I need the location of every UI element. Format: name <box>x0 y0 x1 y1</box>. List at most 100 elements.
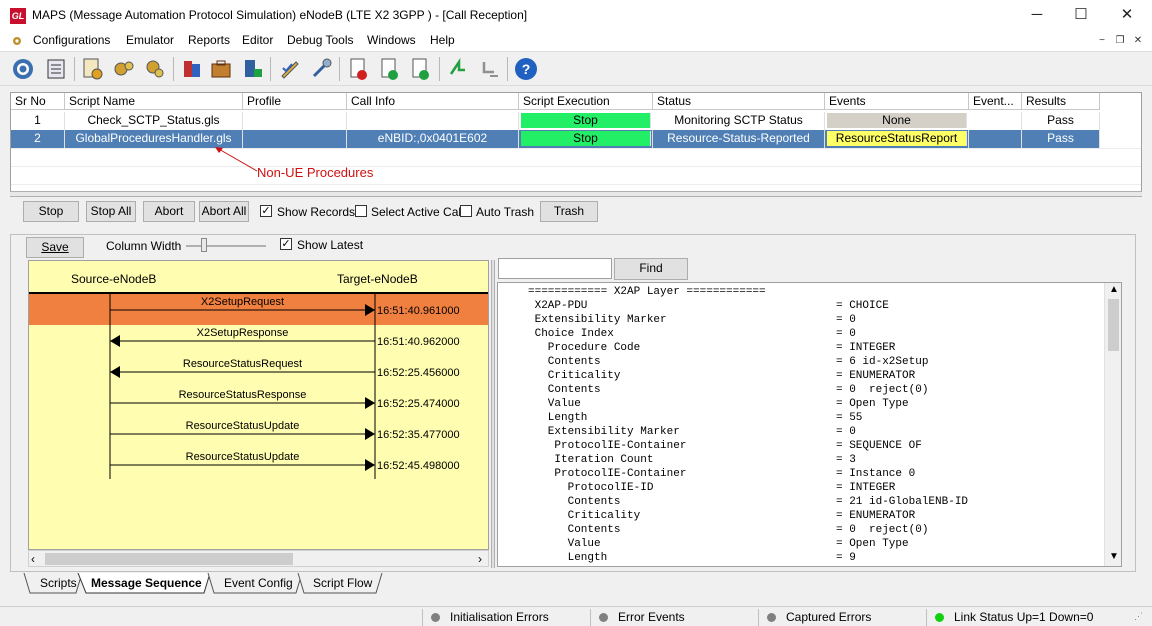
show-latest-label: Show Latest <box>297 238 364 252</box>
disconnect-icon[interactable] <box>476 56 502 82</box>
cell-exec-stop[interactable]: Stop <box>521 131 651 146</box>
show-records-checkbox[interactable]: ✓ <box>260 205 272 217</box>
status-captured-errors-label: Captured Errors <box>786 610 872 624</box>
briefcase-icon[interactable] <box>208 56 234 82</box>
save-button[interactable]: Save <box>26 237 84 258</box>
tab-event-config[interactable]: Event Config <box>224 573 293 594</box>
column-width-slider[interactable] <box>186 245 266 247</box>
tab-message-sequence[interactable]: Message Sequence <box>91 573 202 594</box>
doc-play-icon[interactable] <box>408 56 434 82</box>
decode-vscroll-thumb[interactable] <box>1108 299 1119 351</box>
auto-trash-checkbox[interactable] <box>460 205 472 217</box>
gear-config-icon[interactable] <box>10 56 36 82</box>
doc-capture-icon[interactable] <box>377 56 403 82</box>
decode-field-name: Criticality <box>528 510 641 522</box>
show-latest-checkbox[interactable]: ✓ <box>280 238 292 250</box>
col-header-profile[interactable]: Profile <box>243 93 347 110</box>
close-button[interactable]: ✕ <box>1104 0 1150 31</box>
decode-field-value: = 3 <box>836 454 856 466</box>
find-input[interactable] <box>498 258 612 279</box>
menu-windows[interactable]: Windows <box>367 33 416 47</box>
resize-grip-icon[interactable]: ⋰ <box>1134 611 1148 625</box>
menu-configurations[interactable]: Configurations <box>33 33 110 47</box>
message-label: X2SetupRequest <box>201 296 284 308</box>
decode-field-value: = 55 <box>836 412 863 424</box>
col-header-events[interactable]: Events <box>825 93 969 110</box>
select-active-call-checkbox[interactable] <box>355 205 367 217</box>
decode-field-name: Procedure Code <box>528 342 641 354</box>
cell-exec-stop[interactable]: Stop <box>521 113 651 128</box>
mdi-child-icon <box>13 37 21 45</box>
stop-button[interactable]: Stop <box>23 201 79 222</box>
notebook-icon[interactable] <box>43 56 69 82</box>
help-icon[interactable]: ? <box>513 56 539 82</box>
auto-trash-label: Auto Trash <box>476 205 535 219</box>
column-width-slider-thumb[interactable] <box>201 238 207 252</box>
message-label: ResourceStatusRequest <box>183 358 302 370</box>
gears-icon[interactable] <box>111 56 137 82</box>
select-active-call-label: Select Active Call <box>371 205 464 219</box>
status-captured-errors[interactable]: Captured Errors <box>758 609 924 626</box>
tab-scripts[interactable]: Scripts <box>40 573 77 594</box>
mdi-restore-button[interactable]: ❐ <box>1113 34 1127 48</box>
col-header-sr-no[interactable]: Sr No <box>11 93 65 110</box>
menu-reports[interactable]: Reports <box>188 33 230 47</box>
message-row[interactable]: ResourceStatusUpdate 16:52:45.498000 <box>110 451 460 472</box>
edit-check-icon[interactable] <box>277 56 303 82</box>
col-header-results[interactable]: Results <box>1022 93 1100 110</box>
cell-sr-no: 2 <box>11 130 65 148</box>
menu-debug-tools[interactable]: Debug Tools <box>287 33 354 47</box>
message-label: ResourceStatusResponse <box>179 389 307 401</box>
col-header-script-name[interactable]: Script Name <box>65 93 243 110</box>
decode-field-name: Contents <box>528 496 621 508</box>
menu-emulator[interactable]: Emulator <box>126 33 174 47</box>
mdi-close-button[interactable]: ✕ <box>1131 34 1145 48</box>
decode-field-name: ProtocolIE-Container <box>528 440 687 452</box>
col-header-status[interactable]: Status <box>653 93 825 110</box>
cell-results: Pass <box>1022 130 1100 148</box>
ladder-diagram: Source-eNodeB Target-eNodeB X2SetupReque… <box>28 260 489 550</box>
mdi-minimize-button[interactable]: − <box>1095 34 1109 48</box>
message-row[interactable]: ResourceStatusResponse 16:52:25.474000 <box>110 389 460 410</box>
grid-splitter[interactable] <box>10 191 1142 197</box>
script-edit-icon[interactable] <box>80 56 106 82</box>
col-header-script-execution[interactable]: Script Execution <box>519 93 653 110</box>
window-title: MAPS (Message Automation Protocol Simula… <box>32 8 528 22</box>
message-row[interactable]: ResourceStatusUpdate 16:52:35.477000 <box>110 420 460 441</box>
status-init-errors[interactable]: Initialisation Errors <box>422 609 587 626</box>
menu-editor[interactable]: Editor <box>242 33 273 47</box>
col-header-event-extra[interactable]: Event... <box>969 93 1022 110</box>
ladder-hscrollbar[interactable]: ‹ › <box>28 550 489 567</box>
abort-button[interactable]: Abort <box>143 201 195 222</box>
minimize-button[interactable]: ─ <box>1014 0 1060 31</box>
panel-splitter[interactable] <box>491 260 495 568</box>
toolbar: ? <box>0 51 1152 86</box>
decode-field-value: = 0 <box>836 328 856 340</box>
abort-all-button[interactable]: Abort All <box>199 201 249 222</box>
message-row[interactable]: ResourceStatusRequest 16:52:25.456000 <box>110 358 460 379</box>
decode-field-value: = 0 <box>836 314 856 326</box>
doc-stop-icon[interactable] <box>346 56 372 82</box>
app-logo-icon: GL <box>10 8 26 24</box>
ladder-hscroll-thumb[interactable] <box>45 553 293 565</box>
status-error-events[interactable]: Error Events <box>590 609 756 626</box>
menu-help[interactable]: Help <box>430 33 455 47</box>
profile-blocks-icon[interactable] <box>179 56 205 82</box>
message-row[interactable]: X2SetupResponse 16:51:40.962000 <box>110 327 460 348</box>
find-button[interactable]: Find <box>614 258 688 280</box>
gears-run-icon[interactable] <box>142 56 168 82</box>
gray-status-icon <box>599 613 608 622</box>
col-header-call-info[interactable]: Call Info <box>347 93 519 110</box>
maximize-button[interactable]: ☐ <box>1058 0 1104 31</box>
device-lock-icon[interactable] <box>240 56 266 82</box>
tab-script-flow[interactable]: Script Flow <box>313 573 372 594</box>
decode-field-value: = CHOICE <box>836 300 889 312</box>
message-timestamp: 16:51:40.962000 <box>377 336 460 348</box>
connect-icon[interactable] <box>445 56 471 82</box>
stop-all-button[interactable]: Stop All <box>86 201 136 222</box>
trash-button[interactable]: Trash <box>540 201 598 222</box>
tools-icon[interactable] <box>308 56 334 82</box>
decode-field-value: = Open Type <box>836 538 909 550</box>
decode-vscrollbar[interactable]: ▲ ▼ <box>1104 283 1121 566</box>
cell-sr-no: 1 <box>11 112 65 130</box>
